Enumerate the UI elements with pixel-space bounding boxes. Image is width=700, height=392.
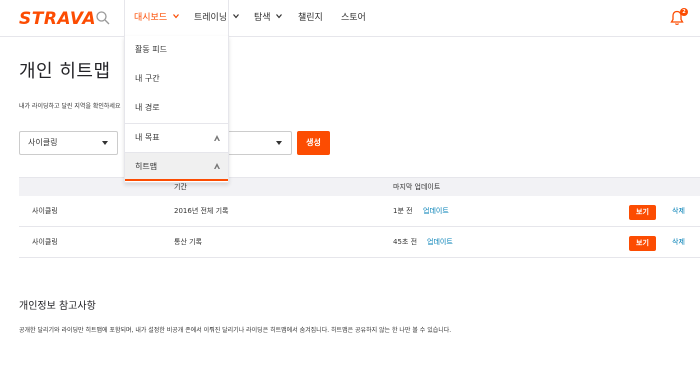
updated-cell: 1분 전 bbox=[393, 207, 413, 215]
table-row: 사이클링 2016년 전체 기록 1분 전 업데이트 보기 삭제 bbox=[19, 196, 700, 227]
table-row: 사이클링 통산 기록 45초 전 업데이트 보기 삭제 bbox=[19, 227, 700, 258]
caret-down-icon bbox=[102, 141, 108, 145]
column-header-last-updated: 마지막 업데이트 bbox=[393, 183, 441, 191]
sport-select[interactable]: 사이클링 bbox=[19, 131, 118, 155]
nav-explore-label: 탐색 bbox=[254, 13, 271, 23]
nav-training-label: 트레이닝 bbox=[194, 13, 228, 23]
period-cell: 통산 기록 bbox=[174, 238, 202, 246]
delete-link[interactable]: 삭제 bbox=[672, 196, 685, 227]
view-button[interactable]: 보기 bbox=[629, 205, 656, 220]
nav-training[interactable]: 트레이닝 bbox=[194, 0, 239, 37]
strava-logo[interactable]: STRAVA bbox=[19, 9, 96, 29]
sport-cell: 사이클링 bbox=[32, 207, 58, 215]
page-title: 개인 히트맵 bbox=[19, 61, 111, 82]
generate-button[interactable]: 생성 bbox=[297, 131, 330, 155]
view-button[interactable]: 보기 bbox=[629, 236, 656, 251]
menu-item-my-goals-label: 내 목표 bbox=[135, 133, 160, 142]
menu-item-my-segments[interactable]: 내 구간 bbox=[125, 65, 228, 93]
premium-icon bbox=[214, 163, 220, 169]
updated-cell: 45초 전 bbox=[393, 238, 418, 246]
nav-dashboard-label: 대시보드 bbox=[134, 13, 168, 23]
table-header: 기간 마지막 업데이트 bbox=[19, 177, 700, 196]
chevron-down-icon bbox=[233, 14, 239, 19]
period-cell: 2016년 전체 기록 bbox=[174, 207, 229, 215]
privacy-title: 개인정보 참고사항 bbox=[19, 301, 96, 312]
notification-badge: 2 bbox=[680, 8, 688, 16]
premium-icon bbox=[214, 135, 220, 141]
nav-challenges[interactable]: 챌린지 bbox=[298, 0, 323, 37]
delete-link[interactable]: 삭제 bbox=[672, 227, 685, 258]
page-description: 내가 라이딩하고 달린 지역을 확인하세요 bbox=[19, 103, 121, 110]
menu-item-heatmap-label: 히트맵 bbox=[135, 162, 158, 171]
sport-select-value: 사이클링 bbox=[28, 138, 58, 147]
dashboard-dropdown-menu: 활동 피드 내 구간 내 경로 내 목표 히트맵 bbox=[124, 36, 229, 183]
update-link[interactable]: 업데이트 bbox=[427, 227, 453, 258]
caret-down-icon bbox=[276, 141, 282, 145]
top-nav: STRAVA 대시보드 트레이닝 탐색 챌린지 스토어 2 bbox=[0, 0, 700, 38]
update-link[interactable]: 업데이트 bbox=[423, 196, 449, 227]
nav-store[interactable]: 스토어 bbox=[341, 0, 366, 37]
chevron-down-icon bbox=[173, 14, 179, 19]
chevron-down-icon bbox=[276, 14, 283, 19]
privacy-text: 공개한 달리기와 라이딩만 히트맵에 포함되며, 내가 설정한 비공개 존에서 … bbox=[19, 327, 452, 334]
nav-explore[interactable]: 탐색 bbox=[254, 0, 283, 37]
menu-item-my-routes[interactable]: 내 경로 bbox=[125, 94, 228, 122]
search-icon[interactable] bbox=[95, 10, 111, 26]
sport-cell: 사이클링 bbox=[32, 238, 58, 246]
menu-item-activity-feed[interactable]: 활동 피드 bbox=[125, 36, 228, 64]
